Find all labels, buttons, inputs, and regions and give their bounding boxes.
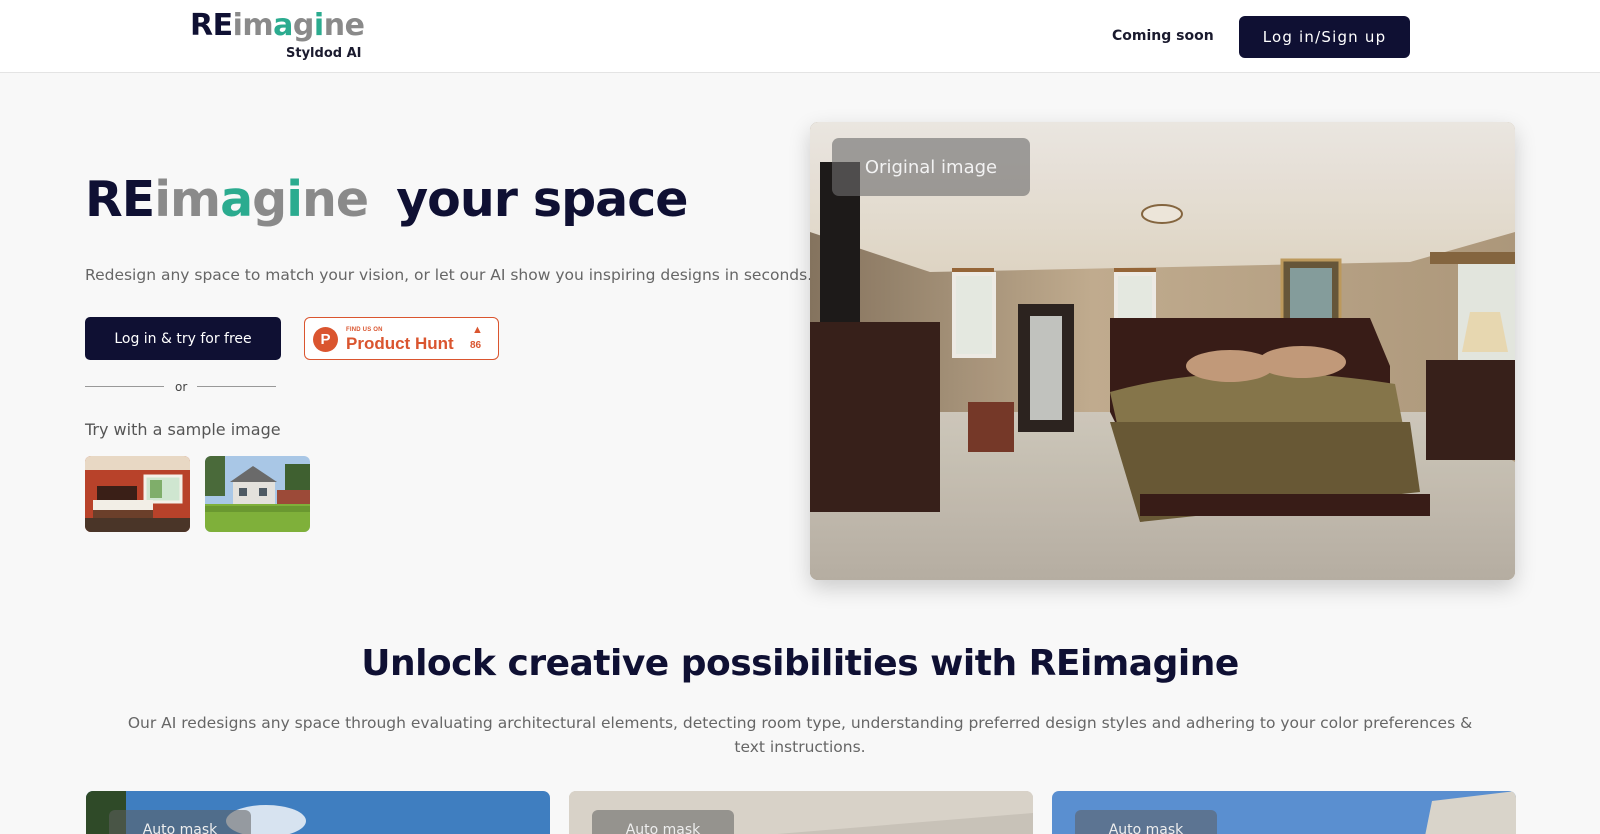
divider-left: [85, 386, 164, 387]
sample-image-house[interactable]: [205, 456, 310, 532]
title-letter: E: [121, 171, 155, 228]
title-letter: a: [220, 171, 253, 228]
hero-title: REimagine your space: [85, 170, 689, 230]
logo-letter: g: [292, 8, 314, 43]
logo-subtitle: Styldod AI: [286, 46, 362, 61]
title-rest: your space: [396, 171, 688, 228]
sample-image-bedroom[interactable]: [85, 456, 190, 532]
logo-letter: i: [232, 8, 243, 43]
login-signup-button[interactable]: Log in/Sign up: [1239, 16, 1410, 58]
card-label: Auto mask: [592, 810, 734, 834]
title-letter: R: [85, 171, 123, 228]
product-hunt-name: Product Hunt: [346, 334, 454, 353]
logo-letter: a: [273, 8, 293, 43]
upvote-count: 86: [470, 340, 482, 351]
product-hunt-badge[interactable]: P FIND US ON Product Hunt ▲ 86: [304, 317, 499, 360]
hero-bedroom-image: Original image: [810, 122, 1515, 580]
site-header: REimagine Styldod AI Coming soon Log in/…: [0, 0, 1600, 73]
title-letter: g: [252, 171, 287, 228]
bedroom-thumbnail: [85, 456, 190, 532]
logo-letter: i: [313, 8, 324, 43]
logo-letter: R: [190, 8, 213, 43]
try-free-button[interactable]: Log in & try for free: [85, 317, 281, 360]
feature-card[interactable]: Auto mask: [1052, 791, 1516, 834]
sample-image-label: Try with a sample image: [85, 420, 281, 439]
title-letter: e: [335, 171, 369, 228]
logo-letter: m: [242, 8, 274, 43]
coming-soon-link[interactable]: Coming soon: [1112, 28, 1214, 44]
title-letter: m: [170, 171, 221, 228]
features-title: Unlock creative possibilities with REima…: [361, 643, 1239, 684]
card-label: Auto mask: [109, 810, 251, 834]
logo-letter: E: [212, 8, 234, 43]
hero-subtitle: Redesign any space to match your vision,…: [85, 266, 813, 284]
card-label: Auto mask: [1075, 810, 1217, 834]
title-letter: i: [286, 171, 303, 228]
house-thumbnail: [205, 456, 310, 532]
features-description: Our AI redesigns any space through evalu…: [127, 714, 1473, 756]
product-hunt-logo-icon: P: [313, 327, 338, 352]
title-letter: n: [302, 171, 337, 228]
feature-card[interactable]: Auto mask: [86, 791, 550, 834]
logo-letter: e: [344, 8, 365, 43]
logo[interactable]: REimagine: [190, 8, 365, 44]
original-image-label: Original image: [832, 138, 1030, 196]
title-letter: i: [154, 171, 171, 228]
feature-card[interactable]: Auto mask: [569, 791, 1033, 834]
product-hunt-find-text: FIND US ON: [346, 327, 383, 333]
divider-right: [197, 386, 276, 387]
upvote-arrow-icon: ▲: [472, 324, 483, 336]
or-divider-text: or: [175, 380, 188, 394]
logo-letter: n: [323, 8, 345, 43]
